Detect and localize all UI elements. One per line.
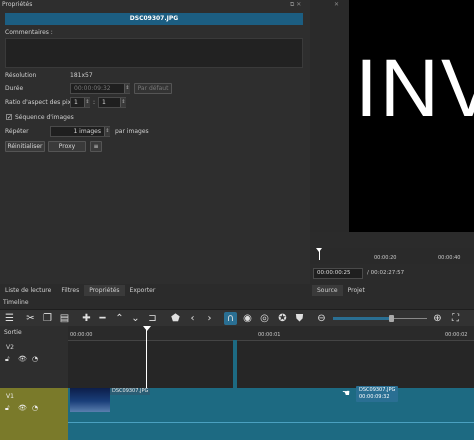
tooltip-clip-name: DSC09307.JPG [359, 387, 396, 393]
tab-playlist[interactable]: Liste de lecture [0, 285, 56, 296]
zoom-in-icon[interactable]: ⊕ [431, 312, 444, 325]
repeat-spin-icon[interactable]: ⇕ [104, 127, 110, 136]
eye-icon[interactable]: 👁︎ [18, 404, 27, 412]
duration-label: Durée [5, 85, 24, 92]
clip-tooltip: DSC09307.JPG 00:00:09:32 [356, 386, 399, 402]
tab-export[interactable]: Exporter [125, 285, 161, 296]
timeline-ruler-tick: 00:00:00 [70, 332, 93, 338]
proxy-button[interactable]: Proxy [48, 141, 86, 152]
duration-spin-icon[interactable]: ⇕ [124, 84, 130, 93]
viewer-frame-text: INV [355, 43, 474, 134]
viewer-ruler-tick: 00:00:40 [438, 255, 461, 261]
snap-icon[interactable]: ∩ [224, 312, 237, 325]
panel-float-close-icons[interactable]: ⧉ ✕ [290, 1, 301, 9]
duration-field[interactable]: 00:00:09:32 [70, 83, 130, 94]
ripple-markers-icon[interactable]: ⛊ [293, 312, 306, 325]
reset-button[interactable]: Réinitialiser [5, 141, 45, 152]
clip-thumbnail[interactable] [70, 388, 110, 412]
comments-label: Commentaires : [5, 29, 53, 36]
viewer-side-area: ✕ [310, 0, 349, 232]
tab-source[interactable]: Source [312, 285, 343, 296]
zoom-slider-fill [333, 317, 391, 320]
lock-icon[interactable]: 🔓︎ [5, 404, 10, 413]
timeline-title: Timeline [3, 299, 29, 306]
ripple-all-icon[interactable]: ✪ [276, 312, 289, 325]
composite-icon[interactable]: ◔ [32, 404, 38, 412]
split-icon[interactable]: ⊐ [146, 312, 159, 325]
aspect-den-spin-icon[interactable]: ⇕ [120, 98, 126, 107]
repeat-suffix: par images [115, 128, 149, 135]
cut-icon[interactable]: ✂ [24, 312, 37, 325]
track-header-v1[interactable]: V1 🔓︎ 👁︎ ◔ [0, 388, 68, 440]
right-tabs: Source Projet [312, 285, 370, 296]
clip-name-label: DSC09307.JPG [110, 388, 151, 395]
tab-project[interactable]: Projet [343, 285, 370, 296]
panel-title: Propriétés [2, 1, 33, 8]
zoom-out-icon[interactable]: ⊖ [315, 312, 328, 325]
total-time: / 00:02:27:57 [367, 270, 405, 276]
video-viewer[interactable]: INV [349, 0, 474, 232]
eye-icon[interactable]: 👁︎ [18, 355, 27, 363]
next-marker-icon[interactable]: › [203, 312, 216, 325]
composite-icon[interactable]: ◔ [32, 355, 38, 363]
timeline-ruler-tick: 00:00:01 [258, 332, 281, 338]
v2-clip-marker[interactable] [233, 340, 237, 388]
properties-panel: Propriétés ⧉ ✕ DSC09307.JPG Commentaires… [0, 0, 310, 284]
divider [68, 340, 474, 341]
aspect-ratio-label: Ratio d'aspect des pixels [5, 99, 80, 106]
repeat-field[interactable]: 1 images [50, 126, 110, 137]
repeat-label: Répéter [5, 128, 29, 135]
copy-icon[interactable]: ❐ [41, 312, 54, 325]
output-label: Sortie [4, 329, 22, 336]
zoom-slider-handle[interactable] [389, 315, 394, 322]
remove-icon[interactable]: ━ [96, 312, 109, 325]
resolution-label: Résolution [5, 72, 37, 79]
lift-icon[interactable]: ⌃ [113, 312, 126, 325]
v1-lane[interactable]: DSC09307.JPG DSC09307.JPG 00:00:09:32 ☚ [68, 386, 474, 440]
tab-filters[interactable]: Filtres [56, 285, 84, 296]
ripple-icon[interactable]: ◎ [258, 312, 271, 325]
menu-icon[interactable]: ☰ [3, 312, 16, 325]
scrub-icon[interactable]: ◉ [241, 312, 254, 325]
menu-button[interactable]: ≡ [90, 141, 102, 152]
image-sequence-checkbox[interactable]: ✓ [6, 114, 12, 121]
viewer-playhead-marker-icon [316, 248, 322, 252]
paste-icon[interactable]: ▤ [58, 312, 71, 325]
append-icon[interactable]: ✚ [80, 312, 93, 325]
aspect-separator: : [93, 99, 96, 106]
aspect-num-spin-icon[interactable]: ⇕ [84, 98, 90, 107]
zoom-fit-icon[interactable]: ⛶ [449, 312, 462, 325]
filename-bar: DSC09307.JPG [5, 13, 303, 25]
current-time-field[interactable]: 00:00:00:25 [313, 268, 363, 279]
hand-cursor-icon: ☚ [342, 389, 351, 399]
playhead-marker-icon [143, 326, 151, 331]
tab-properties[interactable]: Propriétés [84, 285, 125, 296]
timeline-toolbar: ☰ ✂ ❐ ▤ ✚ ━ ⌃ ⌄ ⊐ ⬟ ‹ › ∩ ◉ ◎ ✪ ⛊ ⊖ ⊕ ⛶ [0, 309, 474, 326]
resolution-value: 181x57 [70, 72, 93, 79]
track-name-v2: V2 [6, 344, 14, 351]
comments-field[interactable] [5, 38, 303, 68]
image-sequence-label: Séquence d'images [15, 114, 74, 121]
marker-icon[interactable]: ⬟ [169, 312, 182, 325]
viewer-close-icon[interactable]: ✕ [334, 1, 339, 8]
timeline-ruler[interactable]: 00:00:00 00:00:01 00:00:02 [68, 326, 474, 340]
timeline-ruler-tick: 00:00:02 [445, 332, 468, 338]
viewer-ruler[interactable]: 00:00:20 00:00:40 [310, 248, 474, 264]
overwrite-icon[interactable]: ⌄ [129, 312, 142, 325]
lock-icon[interactable]: 🔓︎ [5, 355, 10, 364]
left-tabs: Liste de lecture Filtres Propriétés Expo… [0, 285, 160, 296]
default-button[interactable]: Par défaut [134, 83, 172, 94]
viewer-ruler-tick: 00:00:20 [374, 255, 397, 261]
clip-audio-line [68, 422, 474, 423]
track-name-v1: V1 [6, 393, 14, 400]
tooltip-clip-time: 00:00:09:32 [359, 394, 390, 400]
prev-marker-icon[interactable]: ‹ [186, 312, 199, 325]
